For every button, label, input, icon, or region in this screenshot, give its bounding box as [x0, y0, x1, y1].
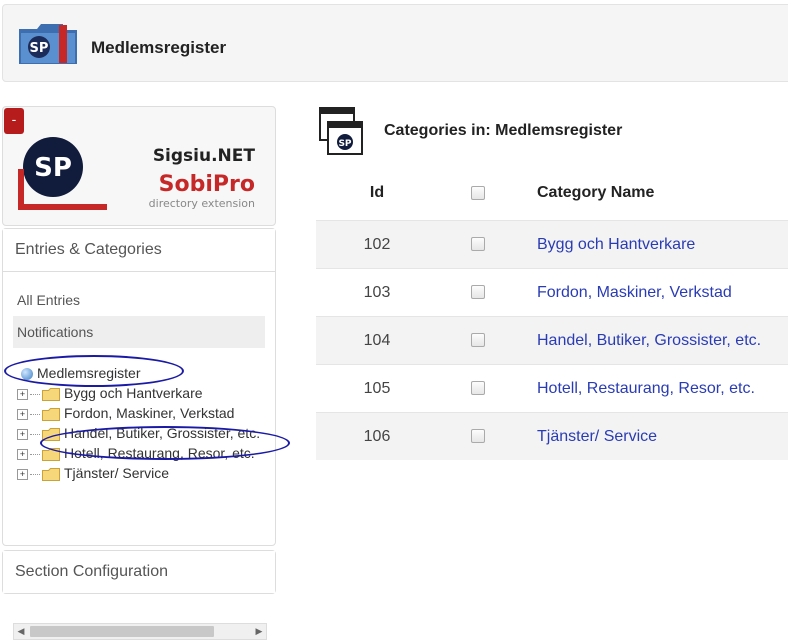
table-row: 105 Hotell, Restaurang, Resor, etc. [316, 364, 788, 413]
expand-icon[interactable]: + [17, 448, 28, 460]
svg-text:SP: SP [338, 139, 351, 149]
row-name-cell: Tjänster/ Service [536, 412, 788, 460]
tree-item-label[interactable]: Fordon, Maskiner, Verkstad [64, 405, 234, 421]
tree-root[interactable]: Medlemsregister [13, 363, 265, 383]
row-checkbox[interactable] [471, 237, 485, 252]
logo-panel: - SP Sigsiu.NET SobiPro directory extens… [2, 106, 276, 226]
tree-item-label[interactable]: Handel, Butiker, Grossister, etc. [64, 425, 260, 441]
row-id: 103 [316, 268, 438, 317]
section-configuration-panel: Section Configuration [2, 550, 276, 594]
categories-title: Categories in: Medlemsregister [384, 122, 623, 139]
folder-icon [42, 407, 60, 421]
row-select-cell [438, 316, 536, 365]
table-row: 104 Handel, Butiker, Grossister, etc. [316, 316, 788, 365]
row-select-cell [438, 412, 536, 460]
expand-icon[interactable]: + [17, 428, 28, 440]
row-id: 105 [316, 364, 438, 413]
entries-categories-panel: Entries & Categories All Entries Notific… [2, 228, 276, 640]
table-row: 106 Tjänster/ Service [316, 412, 788, 460]
row-checkbox[interactable] [471, 381, 485, 396]
row-checkbox[interactable] [471, 429, 485, 444]
scroll-left-icon[interactable]: ◀ [14, 624, 28, 639]
tree-root-label[interactable]: Medlemsregister [37, 365, 140, 381]
row-id: 106 [316, 412, 438, 460]
svg-text:SP: SP [30, 41, 49, 56]
nav-all-entries[interactable]: All Entries [13, 284, 265, 316]
row-name-cell: Handel, Butiker, Grossister, etc. [536, 316, 788, 365]
table-header-row: Id Category Name [316, 166, 788, 221]
tree-item[interactable]: + Tjänster/ Service [13, 463, 265, 483]
app-title: Medlemsregister [91, 38, 227, 57]
row-select-cell [438, 220, 536, 269]
row-select-cell [438, 364, 536, 413]
row-name-cell: Fordon, Maskiner, Verkstad [536, 268, 788, 317]
row-id: 102 [316, 220, 438, 269]
column-header-id[interactable]: Id [316, 166, 438, 221]
row-checkbox[interactable] [471, 285, 485, 300]
tree-item-label[interactable]: Hotell, Restaurang, Resor, etc. [64, 445, 255, 461]
sobipro-folder-icon: SP [19, 24, 77, 64]
folder-icon [42, 447, 60, 461]
globe-icon [21, 368, 33, 381]
category-link[interactable]: Tjänster/ Service [537, 428, 657, 445]
svg-text:Sigsiu.NET: Sigsiu.NET [153, 146, 256, 166]
svg-text:SP: SP [34, 153, 72, 183]
sobipro-logo: SP Sigsiu.NET SobiPro directory extensio… [18, 137, 256, 210]
section-configuration-heading[interactable]: Section Configuration [3, 551, 275, 593]
categories-table: Id Category Name 102 Bygg och Hantverkar… [316, 166, 788, 460]
entries-categories-heading[interactable]: Entries & Categories [3, 229, 275, 272]
expand-icon[interactable]: + [17, 388, 28, 400]
tree-item-label[interactable]: Bygg och Hantverkare [64, 385, 203, 401]
svg-text:directory extension: directory extension [149, 197, 255, 210]
row-name-cell: Bygg och Hantverkare [536, 220, 788, 269]
tree-item[interactable]: + Handel, Butiker, Grossister, etc. [13, 423, 265, 443]
tree-item[interactable]: + Hotell, Restaurang, Resor, etc. [13, 443, 265, 463]
row-id: 104 [316, 316, 438, 365]
folder-icon [42, 387, 60, 401]
category-link[interactable]: Bygg och Hantverkare [537, 236, 695, 253]
column-header-category-name[interactable]: Category Name [536, 166, 788, 221]
category-link[interactable]: Handel, Butiker, Grossister, etc. [537, 332, 761, 349]
column-header-select [438, 166, 536, 221]
tree-item[interactable]: + Fordon, Maskiner, Verkstad [13, 403, 265, 423]
row-select-cell [438, 268, 536, 317]
expand-icon[interactable]: + [17, 408, 28, 420]
categories-icon: SP [319, 107, 363, 155]
row-name-cell: Hotell, Restaurang, Resor, etc. [536, 364, 788, 413]
category-link[interactable]: Fordon, Maskiner, Verkstad [537, 284, 732, 301]
sidebar: - SP Sigsiu.NET SobiPro directory extens… [2, 106, 276, 640]
tree-horizontal-scrollbar[interactable]: ◀ ▶ [13, 623, 267, 640]
table-row: 103 Fordon, Maskiner, Verkstad [316, 268, 788, 317]
category-tree: Medlemsregister + Bygg och Hantverkare + F… [13, 363, 265, 513]
tree-item-label[interactable]: Tjänster/ Service [64, 465, 169, 481]
category-link[interactable]: Hotell, Restaurang, Resor, etc. [537, 380, 755, 397]
tree-item[interactable]: + Bygg och Hantverkare [13, 383, 265, 403]
folder-icon [42, 467, 60, 481]
scroll-right-icon[interactable]: ▶ [252, 624, 266, 639]
scrollbar-thumb[interactable] [30, 626, 214, 637]
nav-notifications[interactable]: Notifications [13, 316, 265, 348]
expand-icon[interactable]: + [17, 468, 28, 480]
row-checkbox[interactable] [471, 333, 485, 348]
header-bar: SP Medlemsregister [2, 4, 788, 82]
svg-text:SobiPro: SobiPro [159, 172, 255, 197]
select-all-checkbox[interactable] [471, 185, 485, 200]
table-row: 102 Bygg och Hantverkare [316, 220, 788, 269]
folder-icon [42, 427, 60, 441]
